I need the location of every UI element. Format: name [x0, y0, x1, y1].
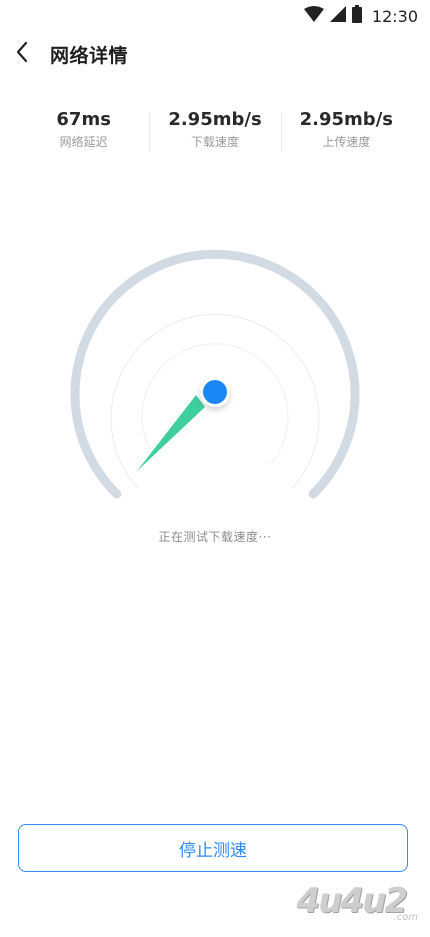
status-bar: 12:30 — [0, 0, 430, 32]
stop-test-button[interactable]: 停止测速 — [18, 824, 408, 872]
stat-label: 下载速度 — [190, 135, 239, 149]
stat-upload: 2.95mb/s 上传速度 — [280, 106, 412, 154]
stats-row: 67ms 网络延迟 2.95mb/s 下载速度 2.95mb/s 上传速度 — [18, 106, 412, 154]
app-header: 网络详情 — [0, 32, 430, 76]
back-button[interactable] — [8, 40, 36, 68]
cellular-signal-icon — [329, 6, 346, 26]
gauge-graphic — [70, 249, 360, 499]
page-title: 网络详情 — [50, 45, 129, 67]
status-icons: 12:30 — [303, 5, 418, 27]
stat-label: 上传速度 — [322, 135, 371, 149]
network-detail-page: 12:30 网络详情 67ms 网络延迟 2.95mb/s 下载速度 2.95m… — [0, 0, 430, 937]
status-time: 12:30 — [371, 6, 418, 26]
watermark-text: 4u4u2 — [296, 881, 408, 921]
stat-latency: 67ms 网络延迟 — [18, 106, 149, 154]
gauge-hub — [203, 380, 227, 404]
stat-download: 2.95mb/s 下载速度 — [149, 106, 280, 154]
gauge-outer-arc — [70, 249, 360, 499]
gauge-needle — [137, 395, 205, 471]
battery-icon — [351, 5, 362, 27]
stat-value: 67ms — [56, 109, 111, 130]
stat-value: 2.95mb/s — [299, 109, 393, 130]
watermark-logo: 4u4u2 .com — [264, 875, 424, 935]
testing-status-text: 正在测试下载速度··· — [158, 530, 272, 544]
stat-label: 网络延迟 — [59, 135, 108, 149]
wifi-icon — [303, 6, 324, 26]
chevron-left-icon — [15, 41, 29, 67]
speed-gauge — [0, 230, 430, 530]
stat-value: 2.95mb/s — [168, 109, 262, 130]
watermark-domain: .com — [393, 912, 418, 923]
